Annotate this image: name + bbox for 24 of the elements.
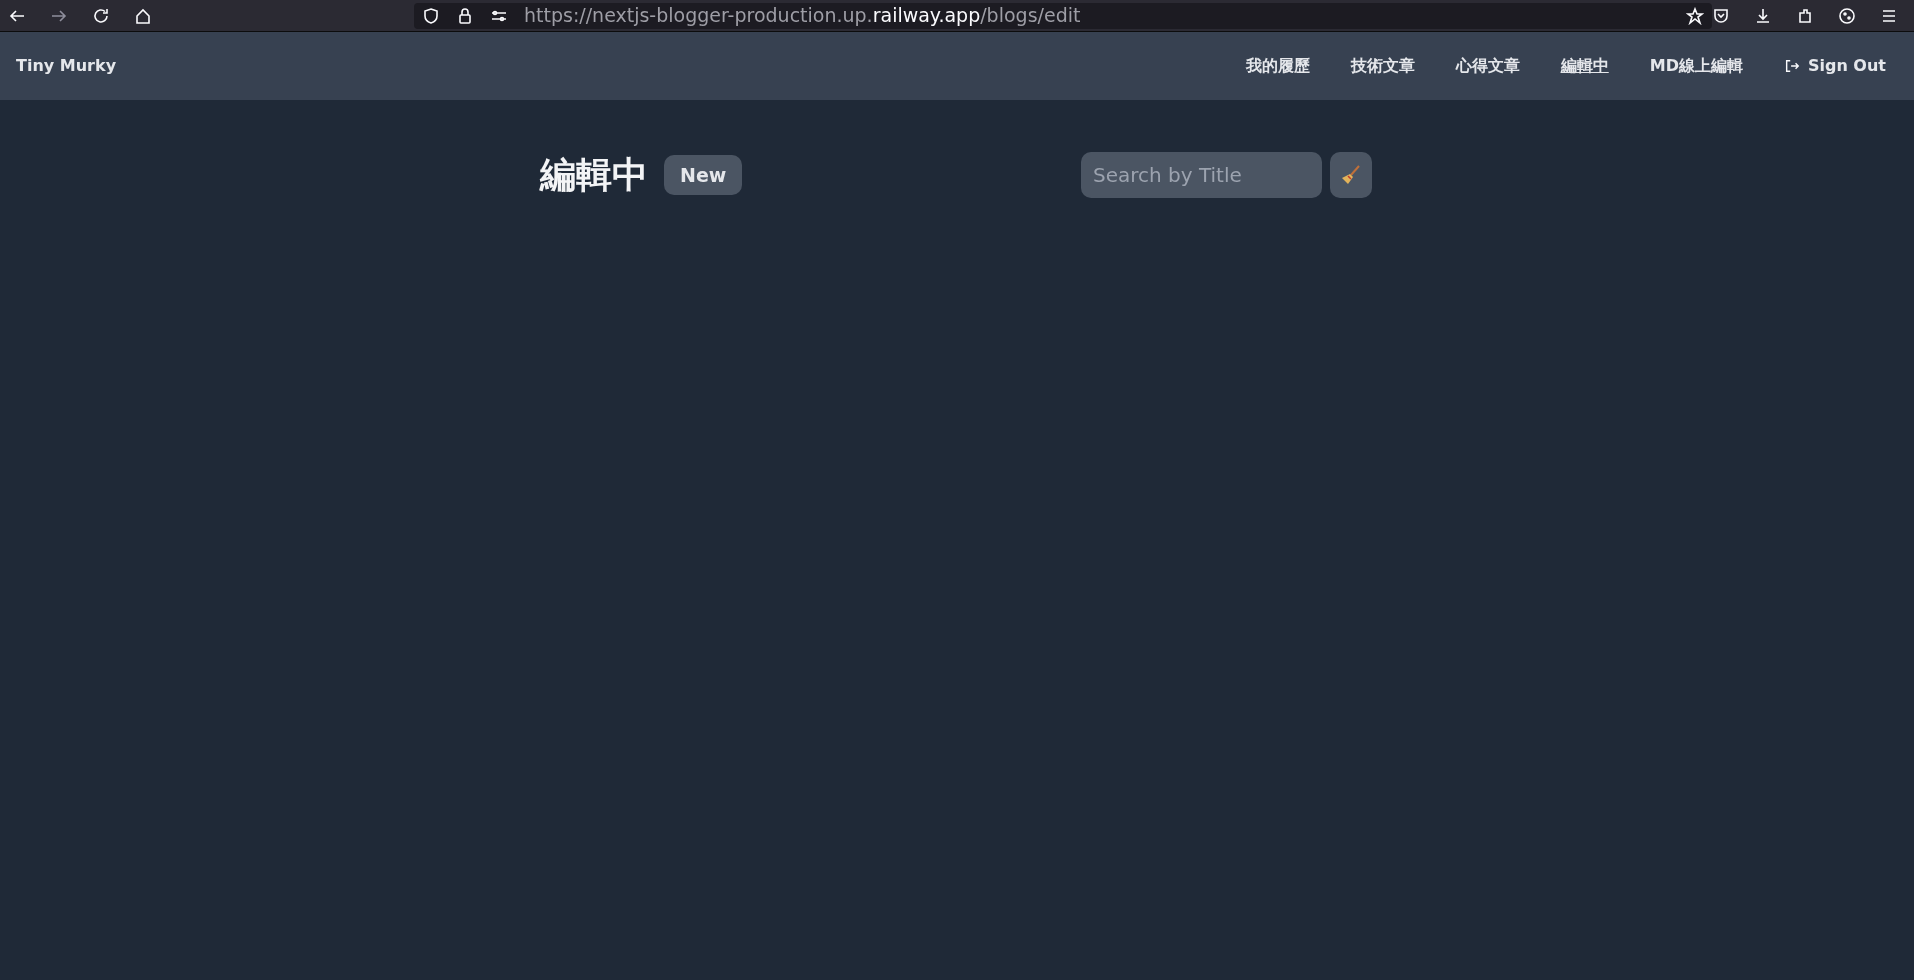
page-title: 編輯中 — [540, 153, 648, 197]
sign-out-link[interactable]: Sign Out — [1783, 54, 1886, 78]
brand-link[interactable]: Tiny Murky — [16, 54, 117, 78]
nav-link[interactable]: 編輯中 — [1560, 54, 1609, 78]
download-icon[interactable] — [1754, 6, 1772, 25]
home-icon[interactable] — [134, 6, 152, 25]
search-field[interactable]: Search by Title — [1081, 152, 1322, 198]
nav-link[interactable]: 心得文章 — [1455, 54, 1520, 78]
nav-link[interactable]: 技術文章 — [1350, 54, 1415, 78]
clear-button[interactable] — [1330, 152, 1372, 198]
url-text: https://nextjs-blogger-production.up.railway.app/blogs/edit — [524, 3, 1082, 29]
reload-icon[interactable] — [92, 6, 110, 25]
cookie-icon[interactable] — [1838, 6, 1856, 25]
nav-link[interactable]: MD線上編輯 — [1649, 54, 1743, 78]
puzzle-icon[interactable] — [1796, 6, 1814, 25]
pocket-icon[interactable] — [1712, 6, 1730, 25]
sign-out-icon — [1783, 58, 1800, 74]
lock-icon — [456, 6, 474, 25]
broom-icon — [1340, 164, 1362, 186]
shield-icon — [422, 6, 440, 25]
star-icon[interactable] — [1686, 6, 1704, 25]
address-bar[interactable]: https://nextjs-blogger-production.up.railway.app/blogs/edit — [414, 2, 1712, 29]
new-button[interactable]: New — [664, 154, 743, 196]
nav-link[interactable]: 我的履歷 — [1245, 54, 1310, 78]
